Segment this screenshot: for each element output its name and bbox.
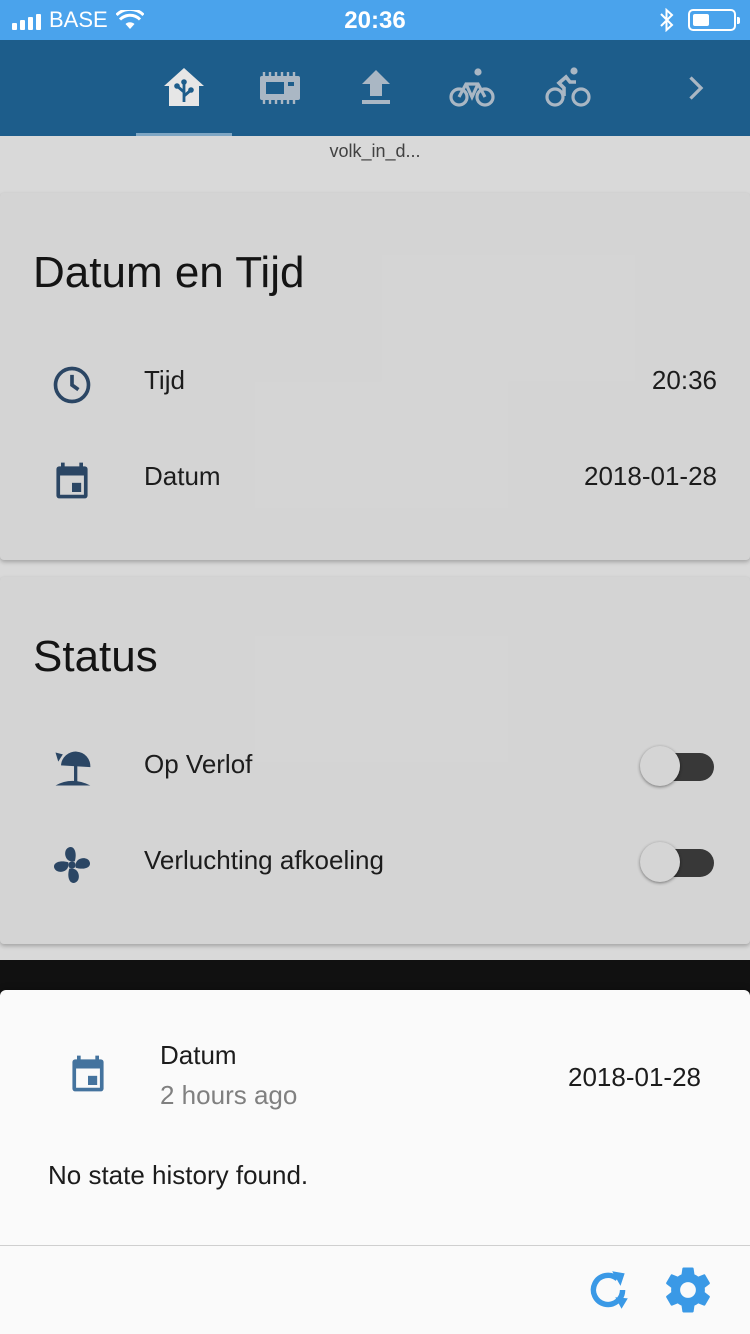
upload-icon (362, 70, 390, 104)
tab-scroll-right[interactable] (660, 40, 730, 136)
cyclist-icon (545, 67, 591, 107)
last-changed: 2 hours ago (160, 1080, 298, 1110)
refresh-button[interactable] (580, 1262, 636, 1318)
refresh-icon (590, 1271, 628, 1309)
bicycle-icon (449, 68, 495, 107)
tab-home[interactable] (136, 40, 232, 136)
gear-icon (666, 1267, 710, 1313)
status-bar: BASE 20:36 (0, 0, 750, 40)
view-tabs-toolbar (0, 40, 750, 136)
status-bar-right (660, 8, 740, 32)
tab-bicycle[interactable] (424, 40, 520, 136)
tab-cyclist[interactable] (520, 40, 616, 136)
chip-icon (260, 72, 300, 104)
dialog-scrim[interactable] (0, 136, 750, 990)
settings-button[interactable] (660, 1262, 716, 1318)
chevron-right-icon (689, 76, 704, 100)
entity-name: Datum (160, 1040, 237, 1070)
entity-state: 2018-01-28 (568, 1062, 701, 1092)
home-assistant-icon (164, 68, 204, 106)
bluetooth-icon (660, 8, 674, 32)
status-bar-time: 20:36 (344, 7, 406, 34)
tab-upload[interactable] (328, 40, 424, 136)
battery-icon (688, 9, 740, 31)
history-message: No state history found. (48, 1160, 309, 1190)
calendar-icon (72, 1055, 104, 1092)
dialog-divider (0, 1245, 750, 1246)
tab-chip[interactable] (232, 40, 328, 136)
more-info-dialog: Datum 2 hours ago 2018-01-28 No state hi… (0, 990, 750, 1334)
